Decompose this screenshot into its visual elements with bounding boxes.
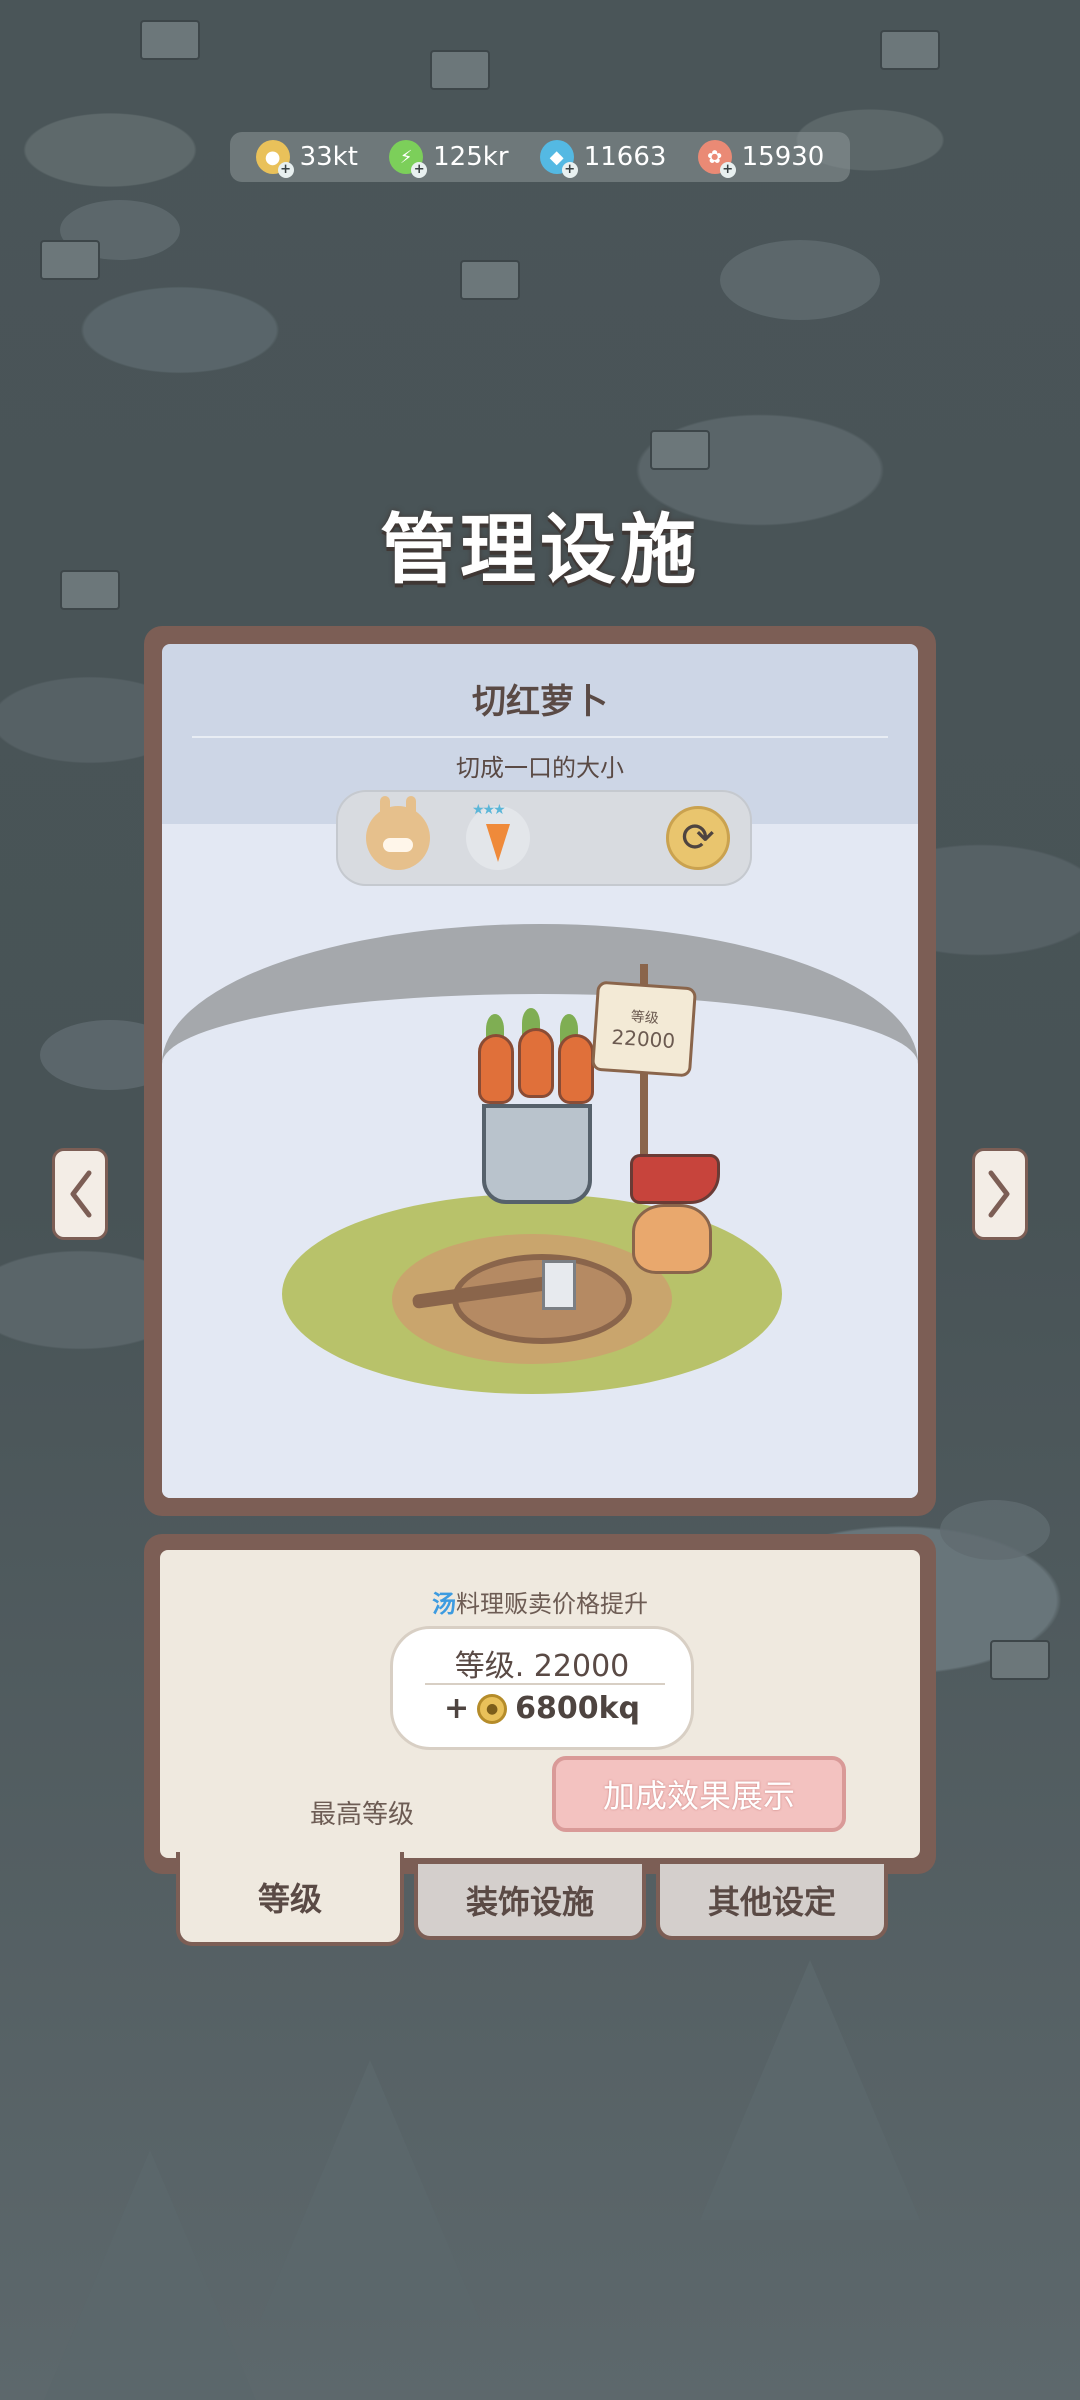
- bunny-worker-icon[interactable]: [366, 796, 430, 870]
- facility-description: 切成一口的大小: [456, 754, 624, 782]
- effect-description: 汤料理贩卖价格提升: [160, 1584, 920, 1619]
- facility-illustration: 等级 22000: [162, 894, 918, 1494]
- level-info: 等级. 22000 + ● 6800kq: [390, 1626, 694, 1750]
- level-bonus: + ● 6800kq: [393, 1691, 691, 1726]
- paw-value: 15930: [741, 142, 825, 172]
- tab-level[interactable]: 等级: [176, 1852, 404, 1946]
- facility-panel: 切红萝卜 切成一口的大小 ★★★ ⟳ 等级 22000: [144, 626, 936, 1516]
- effect-keyword: 汤: [432, 1590, 456, 1618]
- level-banner: 等级 22000: [590, 980, 698, 1078]
- effect-text: 料理贩卖价格提升: [456, 1590, 648, 1618]
- coin-icon: ● +: [255, 140, 294, 178]
- coin-value: 33kt: [299, 142, 358, 172]
- facility-name: 切红萝卜: [472, 682, 608, 722]
- staff-bar: ★★★ ⟳: [336, 790, 752, 886]
- banner-label: 等级: [630, 1009, 660, 1027]
- paw-icon: ✿ +: [697, 140, 736, 178]
- paw-resource[interactable]: ✿ + 15930: [697, 140, 825, 178]
- carrot-ingredient-icon[interactable]: ★★★: [466, 802, 530, 870]
- coin-resource[interactable]: ● + 33kt: [255, 140, 358, 178]
- show-bonus-button[interactable]: 加成效果展示: [552, 1756, 846, 1832]
- coin-icon: ●: [477, 1693, 508, 1724]
- level-text: 等级. 22000: [454, 1649, 630, 1684]
- chevron-right-icon: [988, 1170, 1010, 1218]
- gem-resource[interactable]: ◆ + 11663: [539, 140, 667, 178]
- next-facility-button[interactable]: [972, 1148, 1028, 1240]
- banner-value: 22000: [610, 1024, 676, 1054]
- tab-bar: 等级 装饰设施 其他设定: [176, 1852, 906, 1948]
- bonus-value: 6800kq: [515, 1691, 641, 1726]
- lightning-icon: ⚡ +: [389, 140, 428, 178]
- gem-value: 11663: [583, 142, 667, 172]
- chevron-left-icon: [70, 1170, 92, 1218]
- resource-bar: ● + 33kt ⚡ + 125kr ◆ + 11663 ✿ + 15930: [230, 132, 850, 182]
- bonus-prefix: +: [443, 1691, 470, 1726]
- tab-other-settings[interactable]: 其他设定: [656, 1860, 888, 1940]
- facility-preview: 切红萝卜 切成一口的大小 ★★★ ⟳ 等级 22000: [162, 644, 918, 1498]
- diamond-icon: ◆ +: [539, 140, 578, 178]
- refresh-icon[interactable]: ⟳: [666, 806, 730, 870]
- previous-facility-button[interactable]: [52, 1148, 108, 1240]
- level-panel: 汤料理贩卖价格提升 等级. 22000 + ● 6800kq 最高等级 加成效果…: [144, 1534, 936, 1874]
- max-level-label: 最高等级: [310, 1800, 415, 1830]
- tab-decoration[interactable]: 装饰设施: [414, 1860, 646, 1940]
- energy-resource[interactable]: ⚡ + 125kr: [389, 140, 509, 178]
- energy-value: 125kr: [433, 142, 509, 172]
- page-title: 管理设施: [380, 505, 700, 594]
